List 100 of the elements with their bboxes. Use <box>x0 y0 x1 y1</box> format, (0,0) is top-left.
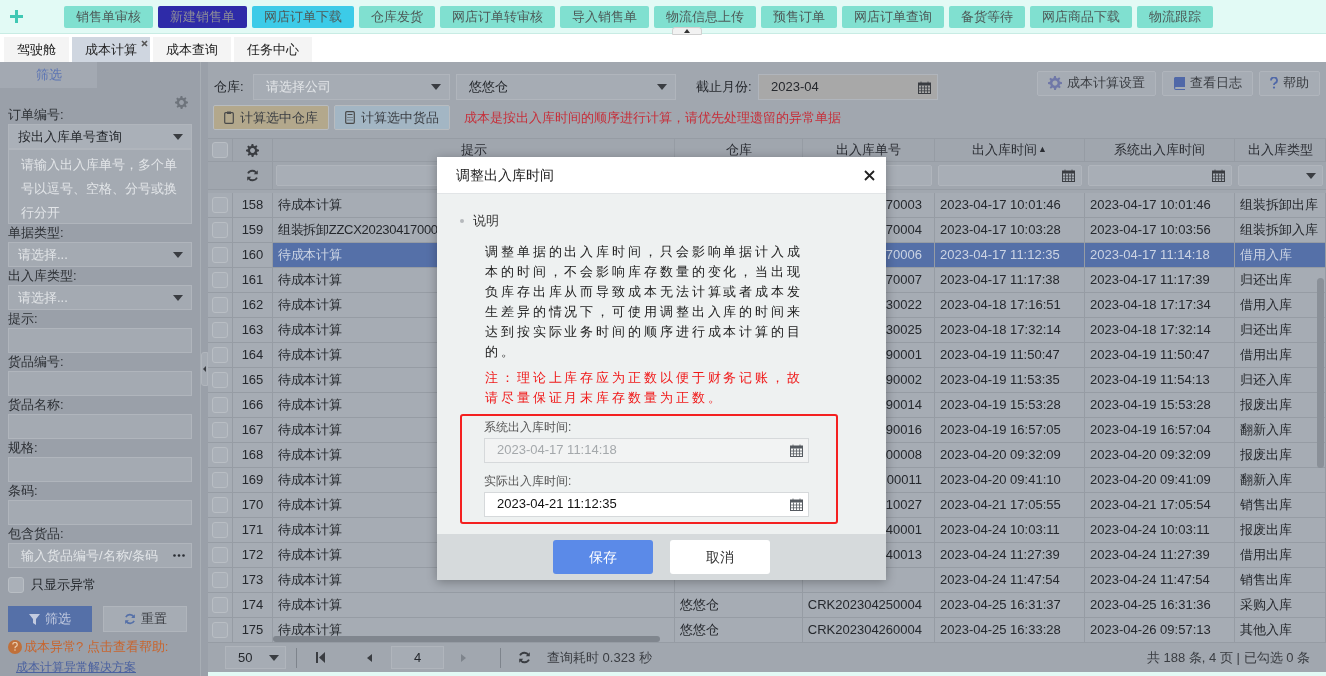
toolbar-button[interactable]: 物流跟踪 <box>1137 5 1213 28</box>
help-text: 成本异常? 点击查看帮助: <box>24 638 169 656</box>
checkbox[interactable] <box>8 577 24 593</box>
caret-down-icon <box>431 84 441 90</box>
table-cell-text: 00008 <box>885 446 922 465</box>
table-cell-text: 90001 <box>885 346 922 365</box>
row-number: 160 <box>241 246 264 265</box>
toolbar-button[interactable]: 仓库发货 <box>359 5 435 28</box>
row-number: 173 <box>241 571 264 590</box>
table-cell-text: 借用出库 <box>1240 346 1292 365</box>
more-icon[interactable] <box>173 554 185 557</box>
table-cell-text: 采购入库 <box>1240 596 1292 615</box>
calendar-icon[interactable] <box>918 80 931 94</box>
dropdown[interactable]: 按出入库单号查询 <box>8 124 192 149</box>
refresh-icon[interactable] <box>246 169 259 182</box>
table-cell-text: 报废出库 <box>1240 396 1292 415</box>
calendar-icon[interactable] <box>1212 169 1225 182</box>
row-number: 172 <box>241 546 264 565</box>
checkbox[interactable] <box>212 142 228 158</box>
table-cell-text: 待成本计算 <box>278 396 342 415</box>
table-cell-text: 待成本计算 <box>278 246 342 265</box>
table-cell-text: 2023-04-17 10:01:46 <box>1090 196 1211 215</box>
tab[interactable]: 任务中心 <box>234 37 312 62</box>
row-number: 167 <box>241 421 264 440</box>
table-cell-text: 10027 <box>885 496 922 515</box>
table-row[interactable]: 174 待成本计算 悠悠仓 CRK202304250004 2023-04-25 16:31:37 2023-04-25 16:31:36 采购入库 <box>208 593 1326 618</box>
calendar-icon[interactable] <box>1062 169 1075 182</box>
tab[interactable]: 成本计算 <box>72 37 150 62</box>
table-cell-text: 00011 <box>886 471 922 490</box>
save-button[interactable]: 保存 <box>553 540 653 574</box>
table-cell-text: 2023-04-19 16:57:04 <box>1090 421 1211 440</box>
horizontal-scrollbar[interactable] <box>273 636 660 642</box>
table-cell-text: 2023-04-24 11:27:39 <box>1090 546 1210 565</box>
previous-page-icon[interactable] <box>367 653 372 662</box>
table-cell-text: 归还出库 <box>1240 321 1292 340</box>
refresh-icon[interactable] <box>123 613 136 625</box>
date-field[interactable]: 2023-04-21 11:12:35 <box>484 491 809 517</box>
reset-button[interactable]: 重置 <box>103 606 187 632</box>
toolbar-button[interactable]: 新建销售单 <box>158 5 247 28</box>
tab[interactable]: 成本查询 <box>153 37 231 62</box>
toolbar-button[interactable]: 销售单审核 <box>64 5 153 28</box>
table-cell-text: 2023-04-24 11:47:54 <box>1090 571 1210 590</box>
filter-field[interactable] <box>1088 165 1232 186</box>
toolbar-button[interactable]: 网店订单下载 <box>252 5 354 28</box>
column-header[interactable]: 系统出入库时间 <box>1114 140 1205 160</box>
column-header[interactable]: 出入库类型 <box>1247 140 1313 160</box>
toolbar-button[interactable]: 网店订单查询 <box>842 5 944 28</box>
toolbar-button[interactable]: 预售订单 <box>761 5 837 28</box>
collapse-tab[interactable] <box>672 27 702 35</box>
sort-indicator[interactable]: ▲ <box>1038 143 1047 157</box>
close-icon[interactable] <box>864 169 875 181</box>
refresh-icon[interactable] <box>518 651 531 664</box>
table-cell-text: 2023-04-25 16:31:36 <box>1090 596 1211 615</box>
table-cell-text: 90002 <box>885 371 922 390</box>
clipboard-icon <box>224 111 234 124</box>
calendar-icon[interactable] <box>790 497 803 511</box>
page-size-select[interactable]: 50 <box>225 646 286 669</box>
column-header[interactable]: 出入库单号 <box>836 140 901 160</box>
table-cell-text: 2023-04-17 11:14:18 <box>1090 246 1210 265</box>
toolbar-button[interactable]: 成本计算设置 <box>1037 70 1156 96</box>
row-number: 164 <box>241 346 264 365</box>
settings-icon[interactable] <box>246 143 259 157</box>
tab[interactable]: 驾驶舱 <box>4 37 69 62</box>
action-button[interactable]: 计算选中货品 <box>334 105 450 130</box>
cancel-button[interactable]: 取消 <box>670 540 770 574</box>
table-cell-text: 2023-04-24 11:47:54 <box>940 571 1060 590</box>
toolbar-button[interactable]: 网店商品下载 <box>1030 5 1132 28</box>
collapse-handle[interactable] <box>201 352 208 386</box>
column-header[interactable]: 出入库时间 <box>972 140 1038 160</box>
table-cell-text: 40001 <box>885 521 922 540</box>
toolbar-button[interactable]: 帮助 <box>1259 70 1320 96</box>
plus-icon[interactable] <box>10 10 23 23</box>
filter-button[interactable]: 筛选 <box>8 606 92 632</box>
toolbar-button[interactable]: 备货等待 <box>949 5 1025 28</box>
toolbar-button[interactable]: 物流信息上传 <box>654 5 756 28</box>
table-cell-text: 归还入库 <box>1240 371 1292 390</box>
filter-field[interactable] <box>938 165 1082 186</box>
toolbar-button[interactable]: 查看日志 <box>1162 70 1253 96</box>
field-label: 货品名称: <box>8 396 64 414</box>
field-label: 仓库: <box>214 78 245 97</box>
column-header[interactable]: 仓库 <box>725 140 752 160</box>
vertical-scrollbar[interactable] <box>1317 278 1324 468</box>
row-number: 170 <box>241 496 264 515</box>
page-field[interactable]: 4 <box>391 646 444 669</box>
row-number: 166 <box>241 396 264 415</box>
toolbar-button[interactable]: 网店订单转审核 <box>440 5 555 28</box>
column-header[interactable]: 提示 <box>460 140 487 160</box>
table-cell-text: 借用入库 <box>1240 296 1292 315</box>
dialog-title: 调整出入库时间 <box>456 165 554 185</box>
date-field[interactable]: 2023-04 <box>758 74 938 100</box>
next-page-icon[interactable] <box>461 653 466 662</box>
table-cell-text: 报废出库 <box>1240 521 1292 540</box>
table-cell-text: 2023-04-21 17:05:54 <box>1090 496 1211 515</box>
toolbar-button[interactable]: 导入销售单 <box>560 5 649 28</box>
table-cell-text: 2023-04-19 11:53:35 <box>940 371 1060 390</box>
action-button[interactable]: 计算选中仓库 <box>213 105 329 130</box>
table-cell-text: 组装拆卸入库 <box>1240 221 1318 240</box>
filter-field[interactable] <box>1238 165 1323 186</box>
dropdown[interactable]: 悠悠仓 <box>456 74 676 100</box>
first-page-icon[interactable] <box>316 652 325 663</box>
